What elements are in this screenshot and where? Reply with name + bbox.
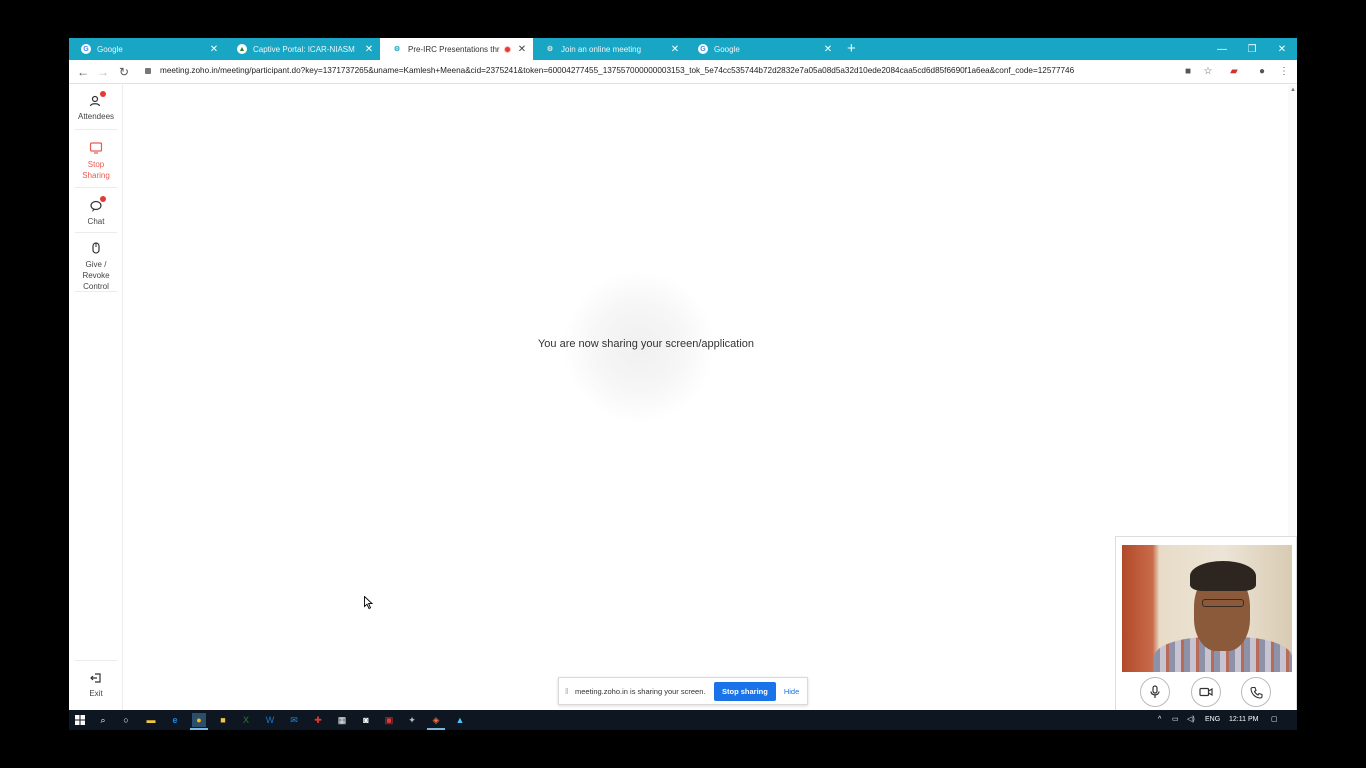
tab-captive-portal[interactable]: ▲ Captive Portal: ICAR-NIASM ✕	[225, 38, 380, 60]
exit-icon	[89, 671, 103, 685]
attendees-button[interactable]: Attendees	[69, 91, 123, 121]
minimize-icon[interactable]: —	[1207, 38, 1237, 60]
camera-button[interactable]	[1191, 677, 1221, 707]
profile-icon[interactable]: ●	[1255, 65, 1269, 79]
mouse-cursor-icon	[364, 596, 373, 609]
address-bar[interactable]: meeting.zoho.in/meeting/participant.do?k…	[160, 63, 1160, 79]
self-video-tile	[1115, 536, 1297, 712]
scroll-up-icon[interactable]: ▲	[1290, 87, 1296, 93]
close-tab-icon[interactable]: ✕	[823, 44, 833, 55]
app-icon[interactable]: ✚	[311, 713, 325, 727]
media-app-icon[interactable]: ✦	[405, 713, 419, 727]
screen-share-notification-bar: ‖ meeting.zoho.in is sharing your screen…	[558, 677, 808, 705]
sticky-notes-icon[interactable]: ■	[216, 713, 230, 727]
close-tab-icon[interactable]: ✕	[364, 44, 374, 55]
tab-title: Google	[714, 44, 740, 54]
tab-google-1[interactable]: G Google ✕	[69, 38, 225, 60]
address-toolbar: ← → ↻ meeting.zoho.in/meeting/participan…	[69, 60, 1297, 84]
action-center-icon[interactable]: ▢	[1271, 710, 1278, 730]
stop-sharing-button[interactable]: Stop Sharing	[69, 141, 123, 181]
attendees-icon	[89, 91, 106, 108]
hide-notification-button[interactable]: Hide	[784, 687, 799, 696]
portal-icon: ▲	[237, 44, 247, 54]
calculator-icon[interactable]: ▦	[335, 713, 349, 727]
tab-strip: G Google ✕ ▲ Captive Portal: ICAR-NIASM …	[69, 38, 1297, 60]
video-camera-icon	[1199, 687, 1213, 697]
close-tab-icon[interactable]: ✕	[209, 44, 219, 55]
search-icon[interactable]: ⌕	[96, 713, 110, 727]
exit-button[interactable]: Exit	[69, 671, 123, 698]
recording-icon	[504, 45, 511, 53]
back-icon[interactable]: ←	[75, 64, 91, 80]
excel-icon[interactable]: X	[239, 713, 253, 727]
file-explorer-icon[interactable]: ▬	[144, 713, 158, 727]
stop-sharing-label: Stop Sharing	[82, 160, 110, 180]
tab-title: Join an online meeting	[561, 44, 642, 54]
phone-icon	[1249, 686, 1263, 699]
exit-label: Exit	[89, 689, 103, 698]
close-tab-icon[interactable]: ✕	[517, 44, 527, 55]
give-revoke-control-button[interactable]: Give / Revoke Control	[69, 241, 123, 292]
windows-taskbar: ⌕ ○ ▬ e ● ■ X W ✉ ✚ ▦ ◙ ▣ ✦ ◈ ▲ ^ ▭ ◁) E…	[69, 710, 1297, 730]
tab-title: Google	[97, 44, 123, 54]
windows-start-icon[interactable]	[73, 713, 87, 727]
camera-indicator-icon[interactable]: ■	[1181, 65, 1195, 79]
google-icon: G	[81, 44, 91, 54]
browser-window: G Google ✕ ▲ Captive Portal: ICAR-NIASM …	[69, 38, 1297, 730]
bookmark-star-icon[interactable]: ☆	[1201, 65, 1215, 79]
zoho-meeting-icon[interactable]: ◈	[429, 713, 443, 727]
clock[interactable]: 12:11 PM	[1229, 710, 1258, 730]
tab-join-meeting[interactable]: ⚙ Join an online meeting ✕	[533, 38, 686, 60]
mouse-icon	[89, 241, 103, 255]
restore-icon[interactable]: ❐	[1237, 38, 1267, 60]
chat-button[interactable]: Chat	[69, 196, 123, 226]
extension-icon[interactable]: ▰	[1227, 65, 1241, 79]
tab-title: Captive Portal: ICAR-NIASM	[253, 44, 355, 54]
reload-icon[interactable]: ↻	[116, 64, 132, 80]
participant-video	[1122, 545, 1292, 672]
word-icon[interactable]: W	[263, 713, 277, 727]
call-button[interactable]	[1241, 677, 1271, 707]
give-revoke-label: Give / Revoke Control	[82, 260, 110, 291]
zoho-icon: ⚙	[546, 46, 554, 53]
mail-icon[interactable]: ✉	[287, 713, 301, 727]
drive-icon[interactable]: ▲	[453, 713, 467, 727]
cortana-icon[interactable]: ○	[119, 713, 133, 727]
forward-icon[interactable]: →	[95, 64, 111, 80]
drag-handle-icon[interactable]: ‖	[565, 687, 573, 696]
network-icon[interactable]: ▭	[1172, 710, 1179, 730]
close-window-icon[interactable]: ✕	[1267, 38, 1297, 60]
tab-google-2[interactable]: G Google ✕	[686, 38, 839, 60]
meeting-stage: You are now sharing your screen/applicat…	[124, 85, 1288, 730]
screen-share-icon	[89, 141, 103, 155]
show-hidden-icons[interactable]: ^	[1158, 710, 1161, 730]
edge-icon[interactable]: e	[168, 713, 182, 727]
google-icon: G	[698, 44, 708, 54]
tab-title: Pre-IRC Presentations throug	[408, 44, 500, 54]
chat-icon	[89, 196, 106, 213]
zoho-icon: ⚙	[393, 46, 401, 53]
lock-icon	[145, 68, 151, 74]
tab-pre-irc-presentations[interactable]: ⚙ Pre-IRC Presentations throug ✕	[380, 38, 533, 60]
chat-label: Chat	[87, 217, 105, 226]
camera-app-icon[interactable]: ◙	[359, 713, 373, 727]
volume-icon[interactable]: ◁)	[1187, 710, 1195, 730]
microphone-button[interactable]	[1140, 677, 1170, 707]
microphone-icon	[1150, 685, 1160, 698]
share-notification-text: meeting.zoho.in is sharing your screen.	[575, 686, 706, 696]
attendees-label: Attendees	[77, 112, 115, 121]
chrome-icon[interactable]: ●	[192, 713, 206, 727]
stop-sharing-notification-button[interactable]: Stop sharing	[714, 681, 776, 701]
menu-icon[interactable]: ⋮	[1277, 65, 1291, 79]
sharing-status-message: You are now sharing your screen/applicat…	[537, 338, 755, 350]
close-tab-icon[interactable]: ✕	[670, 44, 680, 55]
pdf-reader-icon[interactable]: ▣	[382, 713, 396, 727]
meeting-side-rail: Attendees Stop Sharing Chat Give / Revok…	[69, 85, 123, 730]
language-indicator[interactable]: ENG	[1205, 710, 1220, 730]
new-tab-button[interactable]: +	[847, 40, 856, 57]
